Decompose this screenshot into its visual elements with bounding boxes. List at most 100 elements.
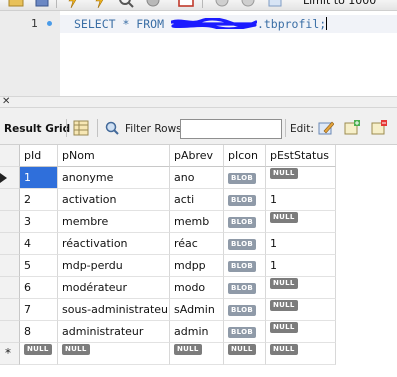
- cell-pIcon[interactable]: BLOB: [224, 321, 266, 343]
- cell-pId[interactable]: NULL: [20, 343, 58, 365]
- result-grid-tab[interactable]: Result Grid: [4, 123, 70, 135]
- null-badge: NULL: [270, 321, 298, 333]
- column-header-pAbrev[interactable]: pAbrev: [170, 145, 224, 167]
- blob-badge: BLOB: [228, 304, 257, 316]
- delete-row-icon[interactable]: [371, 120, 387, 136]
- null-badge: NULL: [174, 343, 202, 355]
- cell-pId[interactable]: 7: [20, 299, 58, 321]
- cell-pNom[interactable]: modérateur: [58, 277, 170, 299]
- cell-pIcon[interactable]: BLOB: [224, 233, 266, 255]
- cell-pAbrev[interactable]: modo: [170, 277, 224, 299]
- cell-pId[interactable]: 5: [20, 255, 58, 277]
- blob-badge: BLOB: [228, 216, 257, 228]
- cell-pAbrev[interactable]: acti: [170, 189, 224, 211]
- cell-pId[interactable]: 1: [20, 167, 58, 189]
- cell-pEstStatus[interactable]: 1: [266, 233, 336, 255]
- grid-header-row: pId pNom pAbrev pIcon pEstStatus: [0, 145, 397, 167]
- table-row[interactable]: 6 modérateur modo BLOB NULL: [0, 277, 397, 299]
- cell-pEstStatus[interactable]: 1: [266, 189, 336, 211]
- cell-pNom[interactable]: anonyme: [58, 167, 170, 189]
- lightning-icon[interactable]: [65, 0, 81, 8]
- cell-pAbrev[interactable]: ano: [170, 167, 224, 189]
- row-header[interactable]: [0, 211, 20, 233]
- rollback-icon[interactable]: [240, 0, 256, 8]
- row-header[interactable]: [0, 255, 20, 277]
- table-row[interactable]: 2 activation acti BLOB 1: [0, 189, 397, 211]
- cell-pIcon[interactable]: BLOB: [224, 255, 266, 277]
- limit-rows-select[interactable]: Limit to 1000 rows: [303, 0, 397, 10]
- blob-badge: BLOB: [228, 194, 257, 206]
- row-header[interactable]: *: [0, 343, 20, 365]
- row-header[interactable]: [0, 277, 20, 299]
- commit-icon[interactable]: [214, 0, 230, 8]
- cell-pEstStatus[interactable]: NULL: [266, 211, 336, 233]
- column-header-pEstStatus[interactable]: pEstStatus: [266, 145, 336, 167]
- cell-pIcon[interactable]: BLOB: [224, 189, 266, 211]
- null-badge: NULL: [270, 167, 298, 179]
- table-row[interactable]: 4 réactivation réac BLOB 1: [0, 233, 397, 255]
- cell-pId[interactable]: 2: [20, 189, 58, 211]
- cell-pNom[interactable]: réactivation: [58, 233, 170, 255]
- magnifier-icon[interactable]: [118, 0, 134, 8]
- cell-pAbrev[interactable]: memb: [170, 211, 224, 233]
- cell-pId[interactable]: 6: [20, 277, 58, 299]
- table-row[interactable]: 1 anonyme ano BLOB NULL: [0, 167, 397, 189]
- autocommit-icon[interactable]: [267, 0, 283, 8]
- edit-row-icon[interactable]: [318, 120, 334, 136]
- panel-splitter[interactable]: ✕: [0, 96, 397, 108]
- cell-pAbrev[interactable]: admin: [170, 321, 224, 343]
- cell-pId[interactable]: 3: [20, 211, 58, 233]
- result-grid[interactable]: pId pNom pAbrev pIcon pEstStatus 1 anonym…: [0, 145, 397, 377]
- cell-pIcon[interactable]: BLOB: [224, 277, 266, 299]
- cell-pId[interactable]: 4: [20, 233, 58, 255]
- save-icon[interactable]: [34, 0, 50, 8]
- cell-pAbrev[interactable]: réac: [170, 233, 224, 255]
- cell-pNom[interactable]: NULL: [58, 343, 170, 365]
- cell-pEstStatus[interactable]: 1: [266, 255, 336, 277]
- cell-pIcon[interactable]: BLOB: [224, 211, 266, 233]
- cell-pEstStatus[interactable]: NULL: [266, 277, 336, 299]
- row-header[interactable]: [0, 299, 20, 321]
- toggle-output-icon[interactable]: [178, 0, 194, 8]
- column-header-pIcon[interactable]: pIcon: [224, 145, 266, 167]
- cell-pNom[interactable]: administrateur: [58, 321, 170, 343]
- null-badge: NULL: [228, 343, 256, 355]
- cell-pIcon[interactable]: BLOB: [224, 167, 266, 189]
- cell-pEstStatus[interactable]: NULL: [266, 343, 336, 365]
- cell-pEstStatus[interactable]: NULL: [266, 321, 336, 343]
- filter-rows-input[interactable]: [180, 119, 282, 139]
- grid-view-icon[interactable]: [73, 120, 89, 136]
- row-header[interactable]: [0, 167, 20, 189]
- row-header[interactable]: [0, 321, 20, 343]
- column-header-pId[interactable]: pId: [20, 145, 58, 167]
- table-row[interactable]: 3 membre memb BLOB NULL: [0, 211, 397, 233]
- table-row[interactable]: 8 administrateur admin BLOB NULL: [0, 321, 397, 343]
- cell-pAbrev[interactable]: NULL: [170, 343, 224, 365]
- table-row[interactable]: 5 mdp-perdu mdpp BLOB 1: [0, 255, 397, 277]
- column-header-pNom[interactable]: pNom: [58, 145, 170, 167]
- folder-icon[interactable]: [8, 0, 24, 8]
- row-header[interactable]: [0, 233, 20, 255]
- new-row[interactable]: * NULL NULL NULL NULL NULL: [0, 343, 397, 365]
- cell-pNom[interactable]: membre: [58, 211, 170, 233]
- cell-pAbrev[interactable]: sAdmin: [170, 299, 224, 321]
- stop-icon[interactable]: [145, 0, 161, 8]
- result-toolbar: Result Grid Filter Rows: Edit:: [0, 108, 397, 145]
- row-header[interactable]: [0, 189, 20, 211]
- cell-pNom[interactable]: activation: [58, 189, 170, 211]
- null-badge: NULL: [270, 277, 298, 289]
- sql-editor[interactable]: 1 SELECT * FROM .tbprofil;: [0, 11, 397, 96]
- cell-pIcon[interactable]: NULL: [224, 343, 266, 365]
- table-row[interactable]: 7 sous-administrateur sAdmin BLOB NULL: [0, 299, 397, 321]
- close-panel-icon[interactable]: ✕: [2, 96, 10, 107]
- lightning-cursor-icon[interactable]: [92, 0, 108, 8]
- cell-pAbrev[interactable]: mdpp: [170, 255, 224, 277]
- cell-pNom[interactable]: mdp-perdu: [58, 255, 170, 277]
- cell-pIcon[interactable]: BLOB: [224, 299, 266, 321]
- sql-statement[interactable]: SELECT * FROM .tbprofil;: [74, 17, 328, 31]
- cell-pEstStatus[interactable]: NULL: [266, 167, 336, 189]
- cell-pId[interactable]: 8: [20, 321, 58, 343]
- cell-pNom[interactable]: sous-administrateur: [58, 299, 170, 321]
- insert-row-icon[interactable]: [344, 120, 360, 136]
- cell-pEstStatus[interactable]: NULL: [266, 299, 336, 321]
